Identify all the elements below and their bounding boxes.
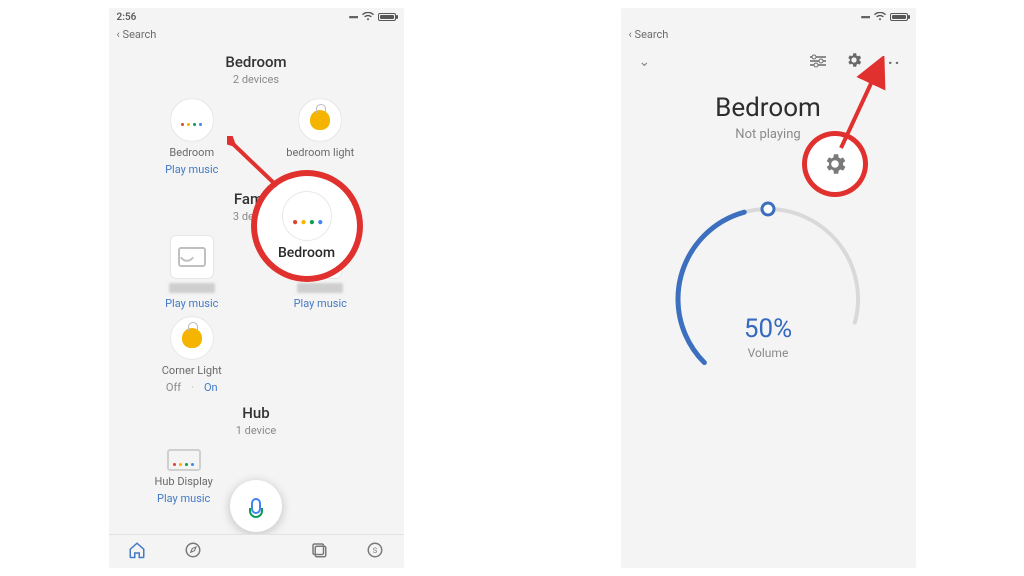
room-title: Hub <box>109 404 404 422</box>
volume-label: Volume <box>744 346 792 360</box>
nav-account-icon[interactable]: S <box>366 541 384 563</box>
annotation-arrow <box>227 136 297 192</box>
breadcrumb-back[interactable]: ‹ Search <box>621 26 916 43</box>
google-home-mini-icon <box>170 98 214 142</box>
status-bar: ▪▪▪▪ <box>621 8 916 26</box>
phone-home-screen: 2:56 ▪▪▪▪ ‹ Search Bedroom 2 devices Bed… <box>109 8 404 568</box>
battery-icon <box>378 13 396 21</box>
cast-icon <box>170 235 214 279</box>
room-header-bedroom: Bedroom 2 devices <box>109 53 404 86</box>
battery-icon <box>890 13 908 21</box>
microphone-icon <box>251 498 261 514</box>
status-bar: 2:56 ▪▪▪▪ <box>109 8 404 26</box>
breadcrumb-back[interactable]: ‹ Search <box>109 26 404 43</box>
voice-assistant-button[interactable] <box>230 480 282 532</box>
nav-discover-icon[interactable] <box>184 541 202 563</box>
wifi-icon <box>874 11 886 24</box>
toggle-on[interactable]: On <box>204 381 218 394</box>
chevron-down-icon[interactable]: ⌄ <box>639 54 651 70</box>
hub-display-icon <box>167 449 201 471</box>
device-label: Hub Display <box>155 475 213 488</box>
svg-text:S: S <box>373 546 378 555</box>
play-music-link[interactable]: Play music <box>157 492 210 505</box>
phone-device-screen: ▪▪▪▪ ‹ Search ⌄ ··· Bedroom Not playing … <box>621 8 916 568</box>
play-music-link[interactable]: Play music <box>294 297 347 310</box>
device-label: Bedroom <box>169 146 214 159</box>
nav-home-icon[interactable] <box>128 541 146 563</box>
room-header-hub: Hub 1 device <box>109 404 404 437</box>
volume-percent: 50% <box>744 314 792 344</box>
annotation-arrow <box>827 56 897 156</box>
status-time: 2:56 <box>117 12 137 23</box>
device-hub-display[interactable]: Hub Display Play music <box>155 449 213 505</box>
room-title: Family <box>109 190 404 208</box>
toggle-off[interactable]: Off <box>166 381 181 394</box>
room-title: Bedroom <box>109 53 404 71</box>
device-cast-1[interactable]: Play music <box>133 235 252 310</box>
play-music-link[interactable]: Play music <box>165 297 218 310</box>
room-subtitle: 2 devices <box>109 73 404 86</box>
volume-readout: 50% Volume <box>744 314 792 360</box>
google-home-mini-icon <box>282 191 332 241</box>
room-header-family: Family 3 devices <box>109 190 404 223</box>
equalizer-icon[interactable] <box>809 54 827 71</box>
bottom-nav: S <box>109 534 404 568</box>
room-subtitle: 1 device <box>109 424 404 437</box>
blurred-label <box>169 283 215 293</box>
bulb-icon <box>170 316 214 360</box>
light-toggle[interactable]: Off · On <box>166 381 218 394</box>
blurred-label <box>297 283 343 293</box>
wifi-icon <box>362 11 374 24</box>
cellular-icon: ▪▪▪▪ <box>861 12 870 23</box>
bulb-icon <box>298 98 342 142</box>
toggle-sep: · <box>191 381 194 394</box>
cellular-icon: ▪▪▪▪ <box>349 12 358 23</box>
device-corner-light[interactable]: Corner Light Off · On <box>133 316 252 394</box>
device-label: Corner Light <box>162 364 222 377</box>
nav-media-icon[interactable] <box>310 541 328 563</box>
room-subtitle: 3 devices <box>109 210 404 223</box>
callout-label: Bedroom <box>278 245 335 261</box>
volume-dial[interactable]: 50% Volume <box>663 194 873 404</box>
play-music-link[interactable]: Play music <box>165 163 218 176</box>
